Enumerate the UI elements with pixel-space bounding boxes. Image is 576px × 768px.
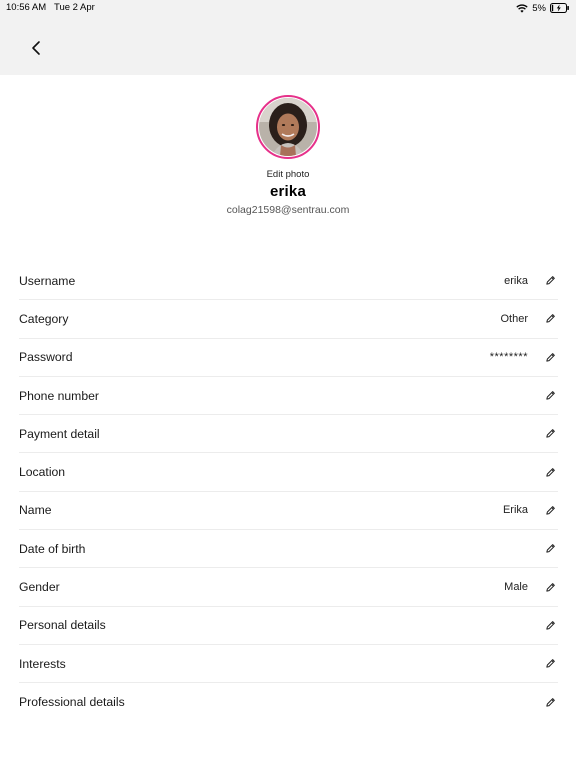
- row-label: Payment detail: [19, 426, 100, 441]
- row-location[interactable]: Location: [19, 453, 558, 492]
- row-password[interactable]: Password ********: [19, 339, 558, 377]
- row-label: Professional details: [19, 695, 125, 710]
- status-date: Tue 2 Apr: [54, 2, 95, 13]
- battery-percent: 5%: [532, 2, 546, 14]
- row-username[interactable]: Username erika: [19, 262, 558, 301]
- row-value: Other: [500, 312, 528, 325]
- row-label: Interests: [19, 656, 66, 671]
- row-value: ********: [489, 351, 528, 364]
- profile-header: Edit photo erika colag21598@sentrau.com: [0, 95, 576, 216]
- pencil-icon[interactable]: [544, 543, 556, 555]
- avatar: [259, 98, 317, 156]
- row-interests[interactable]: Interests: [19, 645, 558, 684]
- row-value: erika: [504, 274, 528, 287]
- row-value: Erika: [502, 504, 528, 517]
- row-phone-number[interactable]: Phone number: [19, 377, 558, 416]
- row-label: Phone number: [19, 388, 99, 403]
- pencil-icon[interactable]: [544, 581, 556, 593]
- back-button[interactable]: [24, 38, 48, 62]
- chevron-left-icon: [31, 40, 41, 61]
- row-value: Male: [504, 581, 528, 594]
- row-label: Category: [19, 311, 69, 326]
- pencil-icon[interactable]: [544, 275, 556, 287]
- edit-photo-link[interactable]: Edit photo: [267, 169, 310, 180]
- pencil-icon[interactable]: [544, 313, 556, 325]
- profile-email: colag21598@sentrau.com: [226, 204, 350, 216]
- row-name[interactable]: Name Erika: [19, 492, 558, 531]
- row-label: Personal details: [19, 618, 106, 633]
- battery-charging-icon: [550, 3, 570, 13]
- row-label: Name: [19, 503, 52, 518]
- pencil-icon[interactable]: [544, 351, 556, 363]
- row-personal-details[interactable]: Personal details: [19, 607, 558, 645]
- row-gender[interactable]: Gender Male: [19, 568, 558, 607]
- status-time: 10:56 AM: [6, 2, 47, 13]
- nav-bar: [0, 16, 576, 75]
- row-payment-detail[interactable]: Payment detail: [19, 415, 558, 454]
- row-label: Password: [19, 350, 73, 365]
- row-professional-details[interactable]: Professional details: [19, 683, 558, 721]
- pencil-icon[interactable]: [544, 658, 556, 670]
- pencil-icon[interactable]: [544, 390, 556, 402]
- wifi-icon: [516, 3, 528, 13]
- status-bar: 10:56 AM Tue 2 Apr 5%: [0, 0, 576, 16]
- row-date-of-birth[interactable]: Date of birth: [19, 530, 558, 569]
- pencil-icon[interactable]: [544, 619, 556, 631]
- status-right: 5%: [516, 1, 570, 15]
- pencil-icon[interactable]: [544, 466, 556, 478]
- row-label: Date of birth: [19, 541, 86, 556]
- pencil-icon[interactable]: [544, 696, 556, 708]
- row-label: Location: [19, 465, 66, 480]
- row-category[interactable]: Category Other: [19, 300, 558, 339]
- pencil-icon[interactable]: [544, 504, 556, 516]
- settings-list: Username erika Category Other Password *…: [19, 262, 558, 722]
- profile-username: erika: [269, 183, 307, 200]
- row-label: Username: [19, 273, 76, 288]
- avatar-ring[interactable]: [256, 95, 320, 159]
- pencil-icon[interactable]: [544, 428, 556, 440]
- row-label: Gender: [19, 580, 60, 595]
